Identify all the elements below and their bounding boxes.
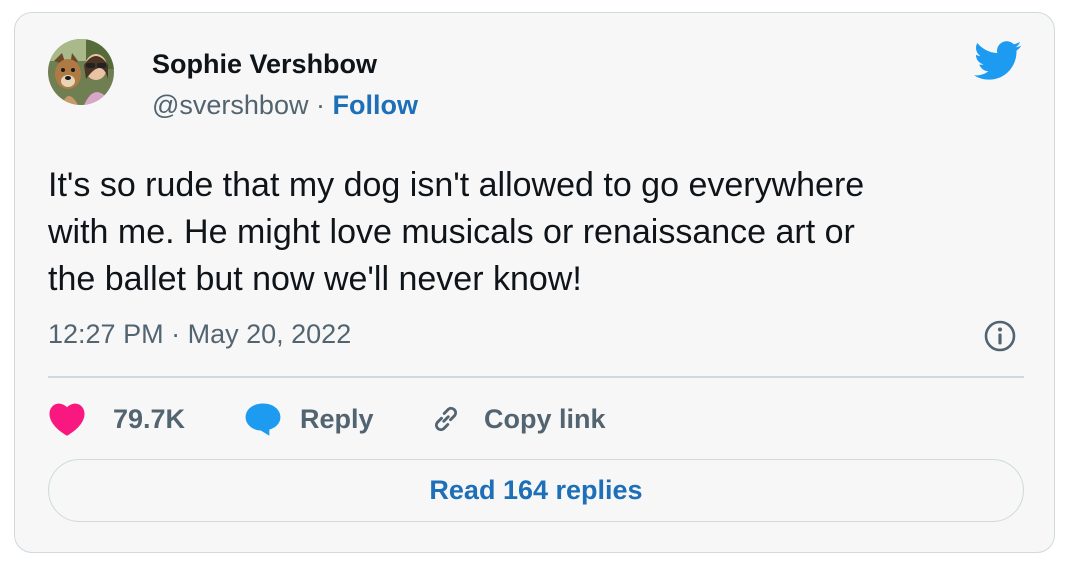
reply-button[interactable]: Reply [244,401,394,437]
tweet-text-line: with me. He might love musicals or renai… [48,213,855,251]
like-button[interactable]: 79.7K [48,401,208,437]
author-name[interactable]: Sophie Vershbow [152,49,377,80]
tweet-text-line: It's so rude that my dog isn't allowed t… [48,166,865,204]
twitter-bird-icon[interactable] [973,41,1023,81]
avatar-photo [48,39,114,105]
read-replies-button[interactable]: Read 164 replies [48,459,1024,522]
like-count: 79.7K [113,404,186,434]
info-icon[interactable] [983,319,1017,353]
author-subline: @svershbow · Follow [152,90,418,121]
tweet-text: It's so rude that my dog isn't allowed t… [48,162,1028,303]
tweet-date: May 20, 2022 [187,319,352,349]
tweet-actions: 79.7K Reply Copy link [48,401,748,437]
heart-icon [49,403,85,436]
follow-button[interactable]: Follow [333,90,418,120]
speech-bubble-icon [245,403,281,436]
tweet-text-line: the ballet but now we'll never know! [48,260,582,298]
handle-separator: · [315,90,325,120]
tweet-card: Sophie Vershbow @svershbow · Follow It's… [14,12,1055,553]
divider [48,376,1024,378]
author-handle[interactable]: @svershbow [152,90,308,120]
copy-link-label: Copy link [484,404,606,434]
avatar[interactable] [48,39,114,105]
tweet-time: 12:27 PM [48,319,164,349]
copy-link-button[interactable]: Copy link [428,401,648,437]
reply-label: Reply [300,404,374,434]
tweet-timestamp[interactable]: 12:27 PM · May 20, 2022 [48,319,351,350]
link-icon [434,406,458,432]
timestamp-separator: · [171,319,181,349]
